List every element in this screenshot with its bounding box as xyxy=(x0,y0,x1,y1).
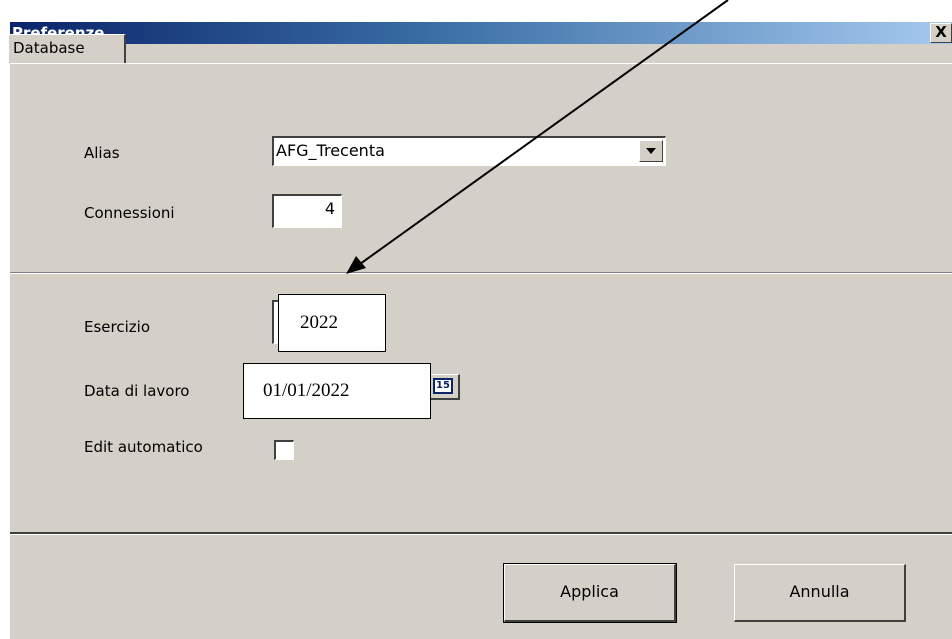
esercizio-value-box: 2022 xyxy=(278,294,386,352)
alias-combobox[interactable]: AFG_Trecenta xyxy=(272,136,666,166)
calendar-icon: 15 xyxy=(433,378,453,394)
tab-label: Database xyxy=(13,39,85,57)
data-lavoro-value: 01/01/2022 xyxy=(263,380,350,401)
close-icon[interactable]: X xyxy=(930,23,952,43)
cancel-button[interactable]: Annulla xyxy=(734,564,906,622)
connessioni-field[interactable]: 4 xyxy=(272,194,342,228)
connessioni-label: Connessioni xyxy=(84,204,175,222)
alias-value: AFG_Trecenta xyxy=(276,141,385,160)
calendar-button[interactable]: 15 xyxy=(428,374,460,400)
title-bar: Preferenze xyxy=(10,22,952,44)
connessioni-value: 4 xyxy=(324,199,335,218)
apply-button[interactable]: Applica xyxy=(503,563,677,623)
tab-underline xyxy=(10,63,952,64)
edit-automatico-checkbox[interactable] xyxy=(274,440,294,460)
separator-bottom-highlight xyxy=(10,534,952,535)
separator-top-highlight xyxy=(10,273,952,274)
dropdown-arrow-icon[interactable] xyxy=(639,140,663,162)
data-lavoro-value-box[interactable]: 01/01/2022 xyxy=(243,363,431,419)
data-lavoro-label: Data di lavoro xyxy=(84,382,190,400)
edit-automatico-label: Edit automatico xyxy=(84,438,203,456)
tab-database[interactable]: Database xyxy=(8,34,126,64)
esercizio-value: 2022 xyxy=(300,312,338,333)
alias-label: Alias xyxy=(84,144,120,162)
esercizio-label: Esercizio xyxy=(84,318,150,336)
preferences-dialog: Preferenze xyxy=(10,22,952,639)
